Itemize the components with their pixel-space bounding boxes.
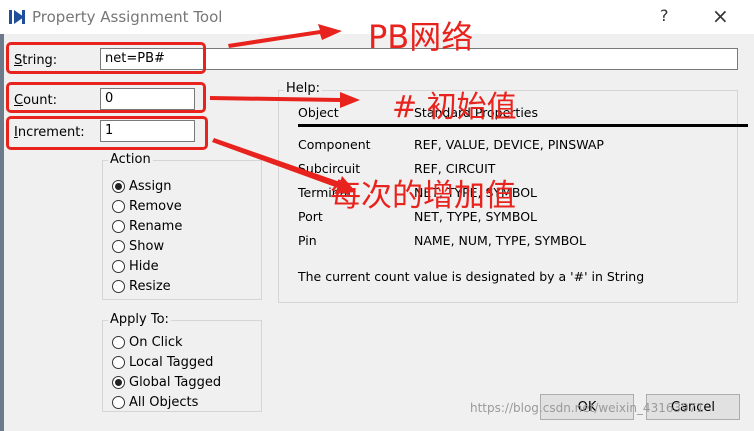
radio-button-icon[interactable] [112, 179, 125, 193]
help-row-properties: REF, VALUE, DEVICE, PINSWAP [414, 137, 604, 152]
close-icon[interactable]: × [712, 4, 729, 28]
radio-button-icon[interactable] [112, 375, 125, 389]
radio-all-objects[interactable]: All Objects [112, 393, 198, 411]
radio-button-icon[interactable] [112, 335, 125, 349]
radio-label: All Objects [129, 394, 199, 410]
help-title: Help: [284, 81, 323, 96]
radio-button-icon[interactable] [112, 239, 125, 253]
radio-on-click[interactable]: On Click [112, 333, 183, 351]
help-row-object: Component [298, 137, 371, 152]
action-group-title: Action [108, 152, 153, 167]
radio-label: Hide [129, 258, 159, 274]
radio-label: Remove [129, 198, 182, 214]
radio-label: Rename [129, 218, 183, 234]
radio-button-icon[interactable] [112, 395, 125, 409]
window-title: Property Assignment Tool [32, 8, 223, 26]
radio-hide[interactable]: Hide [112, 257, 159, 275]
count-highlight-box [6, 82, 206, 113]
radio-show[interactable]: Show [112, 237, 164, 255]
radio-button-icon[interactable] [112, 355, 125, 369]
radio-global-tagged[interactable]: Global Tagged [112, 373, 221, 391]
radio-label: On Click [129, 334, 183, 350]
app-icon [9, 10, 25, 24]
string-highlight-box [6, 42, 206, 74]
help-header-object: Object [298, 105, 339, 120]
help-note: The current count value is designated by… [298, 269, 645, 284]
help-row-object: Port [298, 209, 323, 224]
help-button[interactable]: ? [660, 6, 669, 25]
radio-assign[interactable]: Assign [112, 177, 172, 195]
help-header-divider [298, 124, 748, 127]
radio-local-tagged[interactable]: Local Tagged [112, 353, 213, 371]
radio-label: Assign [129, 178, 172, 194]
radio-remove[interactable]: Remove [112, 197, 182, 215]
help-row-properties: NAME, NUM, TYPE, SYMBOL [414, 233, 586, 248]
window-edge [0, 34, 4, 431]
watermark: https://blog.csdn.net/weixin_43163971 [470, 401, 705, 415]
radio-label: Global Tagged [129, 374, 222, 390]
radio-button-icon[interactable] [112, 219, 125, 233]
radio-button-icon[interactable] [112, 279, 125, 293]
increment-highlight-box [6, 116, 208, 150]
string-annotation: PB网络 [368, 18, 474, 56]
radio-rename[interactable]: Rename [112, 217, 182, 235]
radio-label: Resize [129, 278, 171, 294]
radio-resize[interactable]: Resize [112, 277, 171, 295]
radio-label: Local Tagged [129, 354, 214, 370]
radio-label: Show [129, 238, 165, 254]
radio-button-icon[interactable] [112, 259, 125, 273]
help-row-object: Pin [298, 233, 317, 248]
radio-button-icon[interactable] [112, 199, 125, 213]
apply-to-group-title: Apply To: [108, 312, 171, 327]
increment-annotation: 每次的增加值 [330, 178, 516, 214]
count-annotation: # 初始值 [392, 90, 517, 125]
